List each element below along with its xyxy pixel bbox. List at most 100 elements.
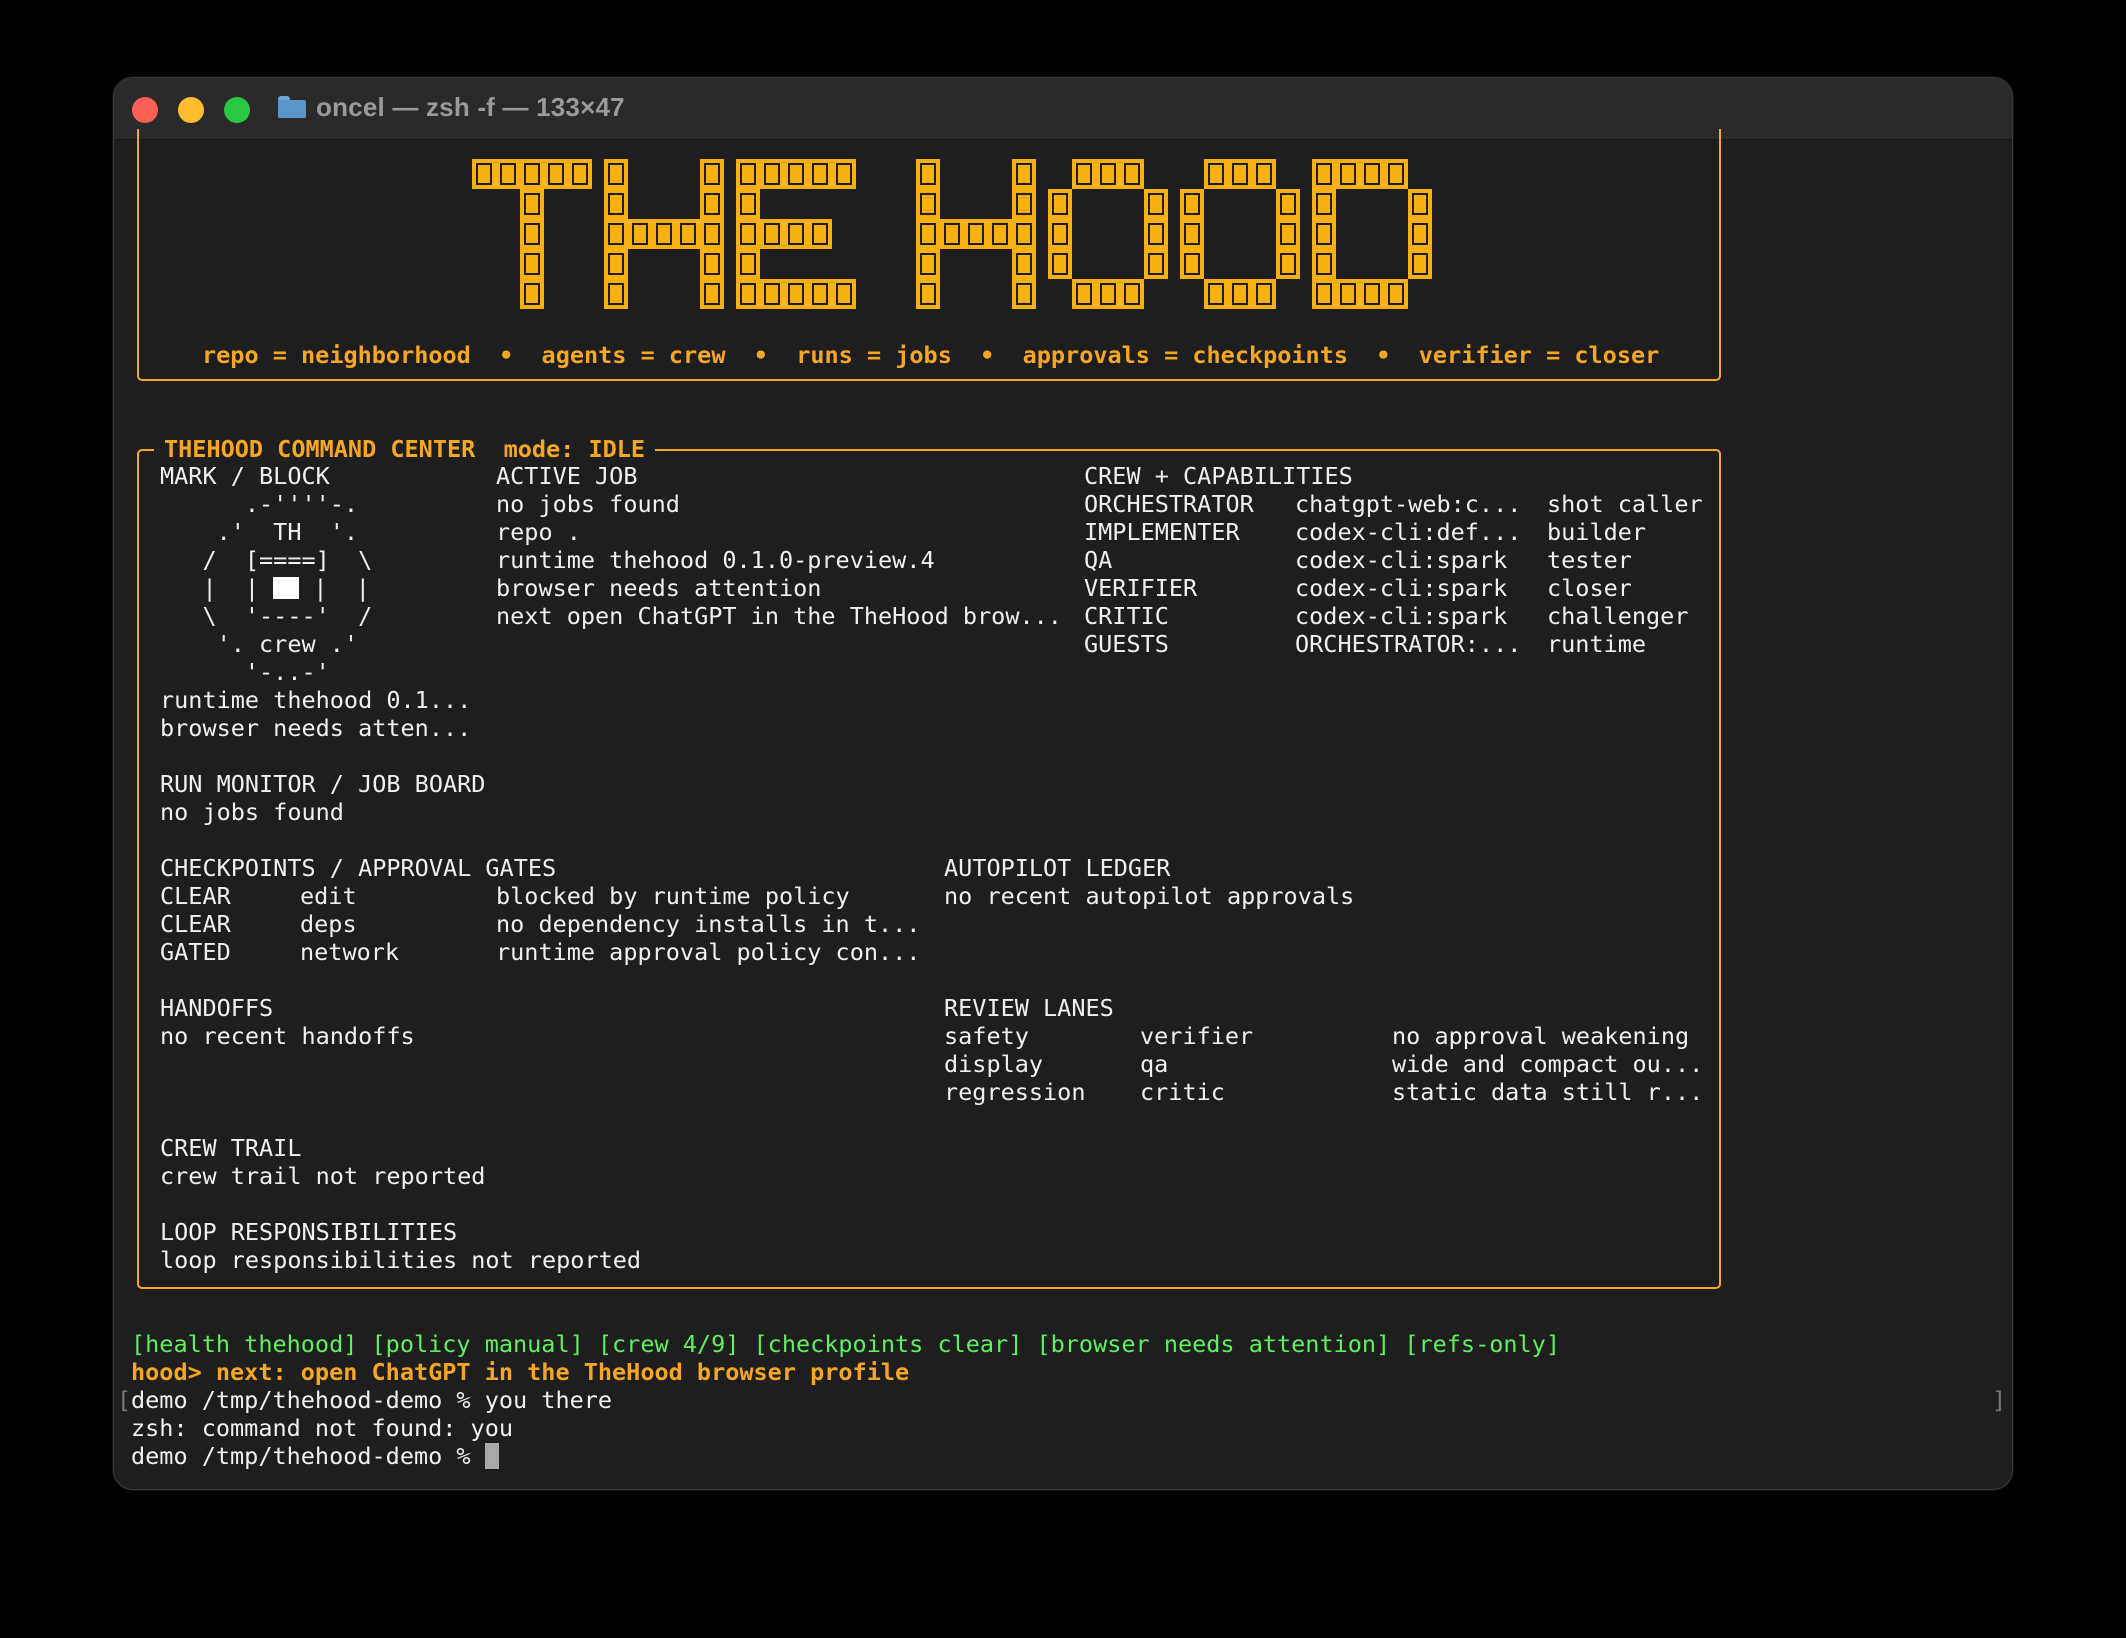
logo-block xyxy=(700,159,724,189)
logo-block xyxy=(520,189,544,219)
crew-alias: runtime xyxy=(1547,630,1647,658)
handoffs-line: no recent handoffs xyxy=(160,1022,415,1050)
logo-block xyxy=(736,219,760,249)
crew-alias: shot caller xyxy=(1547,490,1703,518)
logo-block xyxy=(496,159,520,189)
status-line: [health thehood] [policy manual] [crew 4… xyxy=(131,1330,1560,1358)
logo-block xyxy=(700,189,724,219)
logo-block xyxy=(916,219,940,249)
autopilot-line: no recent autopilot approvals xyxy=(944,882,1355,910)
maximize-button[interactable] xyxy=(224,97,250,123)
crew-trail-line: crew trail not reported xyxy=(160,1162,486,1190)
review-note: wide and compact ou... xyxy=(1392,1050,1704,1078)
checkpoint-note: blocked by runtime policy xyxy=(496,882,850,910)
logo-block xyxy=(1012,249,1036,279)
loop-heading: LOOP RESPONSIBILITIES xyxy=(160,1218,458,1246)
crew-mark-art-3: / [====] \ xyxy=(160,546,373,574)
logo-block xyxy=(1228,159,1252,189)
close-button[interactable] xyxy=(132,97,158,123)
logo-block xyxy=(1408,189,1432,219)
crew-alias: builder xyxy=(1547,518,1647,546)
logo-block xyxy=(1252,159,1276,189)
logo-block xyxy=(628,219,652,249)
logo-block xyxy=(652,219,676,249)
shell-prompt[interactable]: demo /tmp/thehood-demo % xyxy=(131,1442,499,1470)
logo-block xyxy=(736,159,760,189)
run-monitor-heading: RUN MONITOR / JOB BOARD xyxy=(160,770,486,798)
logo-block xyxy=(1072,279,1096,309)
loop-line: loop responsibilities not reported xyxy=(160,1246,642,1274)
logo-block xyxy=(760,219,784,249)
checkpoints-heading: CHECKPOINTS / APPROVAL GATES xyxy=(160,854,557,882)
logo-block xyxy=(1144,189,1168,219)
logo-block xyxy=(1336,279,1360,309)
review-owner: qa xyxy=(1140,1050,1169,1078)
crew-capability: codex-cli:spark xyxy=(1295,546,1508,574)
crew-role: CRITIC xyxy=(1084,602,1169,630)
logo-block xyxy=(760,279,784,309)
crew-capability: ORCHESTRATOR:... xyxy=(1295,630,1522,658)
review-owner: critic xyxy=(1140,1078,1225,1106)
logo-block xyxy=(1312,279,1336,309)
active-job-line: runtime thehood 0.1.0-preview.4 xyxy=(496,546,935,574)
crew-mark-art-1: .-''''-. xyxy=(160,490,359,518)
logo-block xyxy=(1312,219,1336,249)
logo-block xyxy=(1276,189,1300,219)
crew-capability: codex-cli:spark xyxy=(1295,574,1508,602)
active-job-line: repo . xyxy=(496,518,581,546)
review-lane: display xyxy=(944,1050,1044,1078)
logo-block xyxy=(700,249,724,279)
checkpoint-gate: network xyxy=(300,938,400,966)
terminal-window: oncel — zsh -f — 133×47 repo = neighborh… xyxy=(113,77,2013,1490)
logo-block xyxy=(604,219,628,249)
logo-block xyxy=(1360,159,1384,189)
crew-role: QA xyxy=(1084,546,1113,574)
minimize-button[interactable] xyxy=(178,97,204,123)
crew-role: VERIFIER xyxy=(1084,574,1198,602)
logo-block xyxy=(1048,189,1072,219)
logo-block xyxy=(1120,279,1144,309)
active-job-line: next open ChatGPT in the TheHood brow... xyxy=(496,602,1062,630)
review-owner: verifier xyxy=(1140,1022,1254,1050)
logo-block xyxy=(808,159,832,189)
crew-capability: codex-cli:spark xyxy=(1295,602,1508,630)
logo-block xyxy=(1384,159,1408,189)
logo-block xyxy=(1360,279,1384,309)
logo-block xyxy=(700,279,724,309)
logo-block xyxy=(832,159,856,189)
logo-block xyxy=(988,219,1012,249)
mark-status-browser: browser needs atten... xyxy=(160,714,472,742)
logo-block xyxy=(1012,279,1036,309)
logo-block xyxy=(760,159,784,189)
logo-block xyxy=(520,219,544,249)
logo-block xyxy=(1180,249,1204,279)
logo-block xyxy=(604,279,628,309)
review-lanes-heading: REVIEW LANES xyxy=(944,994,1114,1022)
autopilot-heading: AUTOPILOT LEDGER xyxy=(944,854,1171,882)
active-job-line: no jobs found xyxy=(496,490,680,518)
handoffs-heading: HANDOFFS xyxy=(160,994,274,1022)
window-title: oncel — zsh -f — 133×47 xyxy=(316,92,625,122)
logo-block xyxy=(1180,219,1204,249)
checkpoint-state: CLEAR xyxy=(160,882,231,910)
logo-block xyxy=(1012,219,1036,249)
crew-mark-art-2: .' TH '. xyxy=(160,518,359,546)
logo-block xyxy=(916,279,940,309)
mark-bracket-right: ] xyxy=(1992,1386,2007,1414)
checkpoint-gate: edit xyxy=(300,882,357,910)
crew-mark-art-4: | | | | xyxy=(160,574,370,602)
logo-block xyxy=(1336,159,1360,189)
crew-role: GUESTS xyxy=(1084,630,1169,658)
crew-heading: CREW + CAPABILITIES xyxy=(1084,462,1353,490)
crew-mark-art-7: '-..-' xyxy=(160,658,330,686)
crew-trail-heading: CREW TRAIL xyxy=(160,1134,302,1162)
logo-block xyxy=(1180,189,1204,219)
logo-block xyxy=(1312,159,1336,189)
logo-block xyxy=(736,279,760,309)
logo-block xyxy=(1276,249,1300,279)
logo-block xyxy=(1276,219,1300,249)
crew-role: ORCHESTRATOR xyxy=(1084,490,1254,518)
terminal-content[interactable]: repo = neighborhood • agents = crew • ru… xyxy=(114,129,2012,1489)
crew-mark-art-6: '. crew .' xyxy=(160,630,359,658)
checkpoint-gate: deps xyxy=(300,910,357,938)
